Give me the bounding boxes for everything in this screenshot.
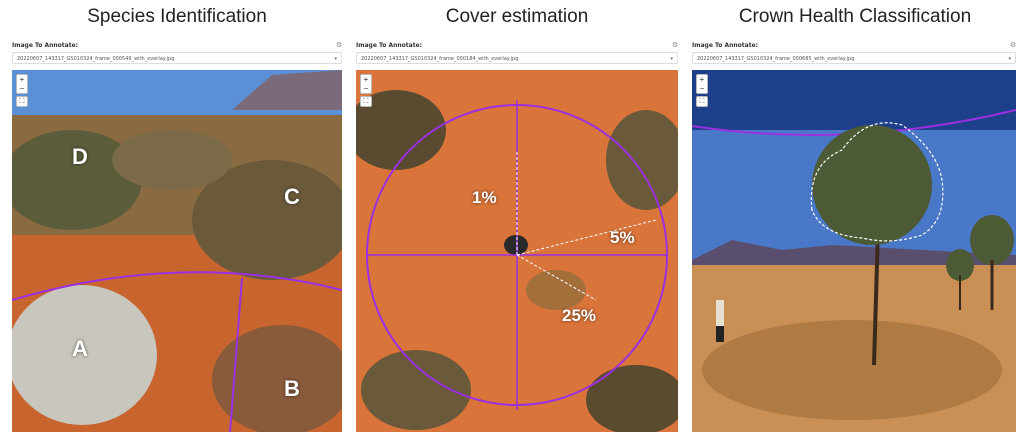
cover-label-1pct: 1%	[472, 188, 497, 207]
panel-title: Crown Health Classification	[738, 6, 972, 27]
panel-cover-estimation: Cover estimation Image To Annotate: ⚙ 20…	[352, 0, 682, 446]
species-label-c: C	[284, 184, 300, 209]
fullscreen-button[interactable]: ⛶	[696, 96, 708, 107]
cover-scene	[356, 70, 678, 432]
chevron-down-icon: ▾	[1008, 56, 1011, 62]
chevron-down-icon: ▾	[334, 56, 337, 62]
zoom-out-button[interactable]: −	[697, 84, 707, 93]
cover-label-5pct: 5%	[610, 228, 635, 247]
panel-species-identification: Species Identification Image To Annotate…	[10, 0, 344, 446]
species-label-a: A	[72, 336, 88, 361]
image-select-label: Image To Annotate:	[356, 42, 423, 49]
image-select[interactable]: 20220607_143317_GS010324_frame_000184_wi…	[356, 52, 678, 64]
settings-icon[interactable]: ⚙	[1010, 41, 1016, 49]
zoom-controls: + −	[360, 74, 372, 94]
settings-icon[interactable]: ⚙	[336, 41, 342, 49]
zoom-in-button[interactable]: +	[697, 75, 707, 84]
image-select-label: Image To Annotate:	[692, 42, 759, 49]
annotation-image[interactable]: + − ⛶ 1% 5% 25%	[356, 70, 678, 432]
zoom-controls: + −	[16, 74, 28, 94]
image-select-value: 20220607_143317_GS010324_frame_000549_wi…	[17, 56, 175, 62]
image-select[interactable]: 20220607_143317_GS010324_frame_000549_wi…	[12, 52, 342, 64]
zoom-in-button[interactable]: +	[361, 75, 371, 84]
panel-title: Cover estimation	[445, 6, 589, 27]
fullscreen-button[interactable]: ⛶	[16, 96, 28, 107]
cover-label-25pct: 25%	[562, 306, 597, 325]
species-label-b: B	[284, 376, 300, 401]
settings-icon[interactable]: ⚙	[672, 41, 678, 49]
panel-title: Species Identification	[87, 6, 267, 27]
panel-crown-health: Crown Health Classification Image To Ann…	[690, 0, 1020, 446]
image-select[interactable]: 20220607_143317_GS010324_frame_000685_wi…	[692, 52, 1016, 64]
chevron-down-icon: ▾	[670, 56, 673, 62]
species-label-d: D	[72, 144, 88, 169]
image-select-value: 20220607_143317_GS010324_frame_000184_wi…	[361, 56, 519, 62]
image-select-label: Image To Annotate:	[12, 42, 79, 49]
zoom-out-button[interactable]: −	[17, 84, 27, 93]
fullscreen-button[interactable]: ⛶	[360, 96, 372, 107]
zoom-out-button[interactable]: −	[361, 84, 371, 93]
annotation-image[interactable]: + − ⛶ A B C D	[12, 70, 342, 432]
crown-scene	[692, 70, 1016, 432]
image-select-value: 20220607_143317_GS010324_frame_000685_wi…	[697, 56, 855, 62]
annotation-image[interactable]: + − ⛶	[692, 70, 1016, 432]
zoom-controls: + −	[696, 74, 708, 94]
zoom-in-button[interactable]: +	[17, 75, 27, 84]
